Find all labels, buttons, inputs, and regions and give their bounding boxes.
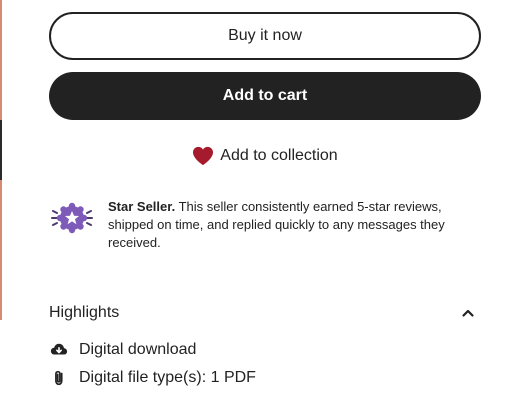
add-to-cart-button[interactable]: Add to cart (49, 72, 481, 120)
highlights-toggle[interactable]: Highlights (49, 300, 481, 326)
buy-it-now-button[interactable]: Buy it now (49, 12, 481, 60)
product-purchase-panel: Buy it now Add to cart Add to collection (0, 0, 511, 406)
chevron-up-icon (461, 306, 475, 320)
highlight-label: Digital download (79, 341, 197, 358)
highlights-title: Highlights (49, 304, 120, 321)
buy-it-now-label: Buy it now (228, 27, 302, 44)
cloud-download-icon (49, 340, 69, 360)
add-to-collection-label: Add to collection (220, 147, 338, 164)
star-seller-title: Star Seller. (108, 199, 176, 214)
add-to-cart-label: Add to cart (222, 87, 308, 104)
heart-icon (192, 146, 214, 166)
highlight-label: Digital file type(s): 1 PDF (79, 369, 256, 386)
star-seller-badge-icon (49, 198, 95, 238)
highlight-item-file-type: Digital file type(s): 1 PDF (49, 368, 256, 388)
star-seller-section: Star Seller. This seller consistently ea… (49, 198, 481, 252)
product-image-edge (0, 0, 2, 320)
add-to-collection-button[interactable]: Add to collection (49, 142, 481, 170)
star-seller-text: Star Seller. This seller consistently ea… (108, 198, 480, 252)
highlight-item-digital-download: Digital download (49, 340, 196, 360)
paperclip-icon (49, 368, 69, 388)
